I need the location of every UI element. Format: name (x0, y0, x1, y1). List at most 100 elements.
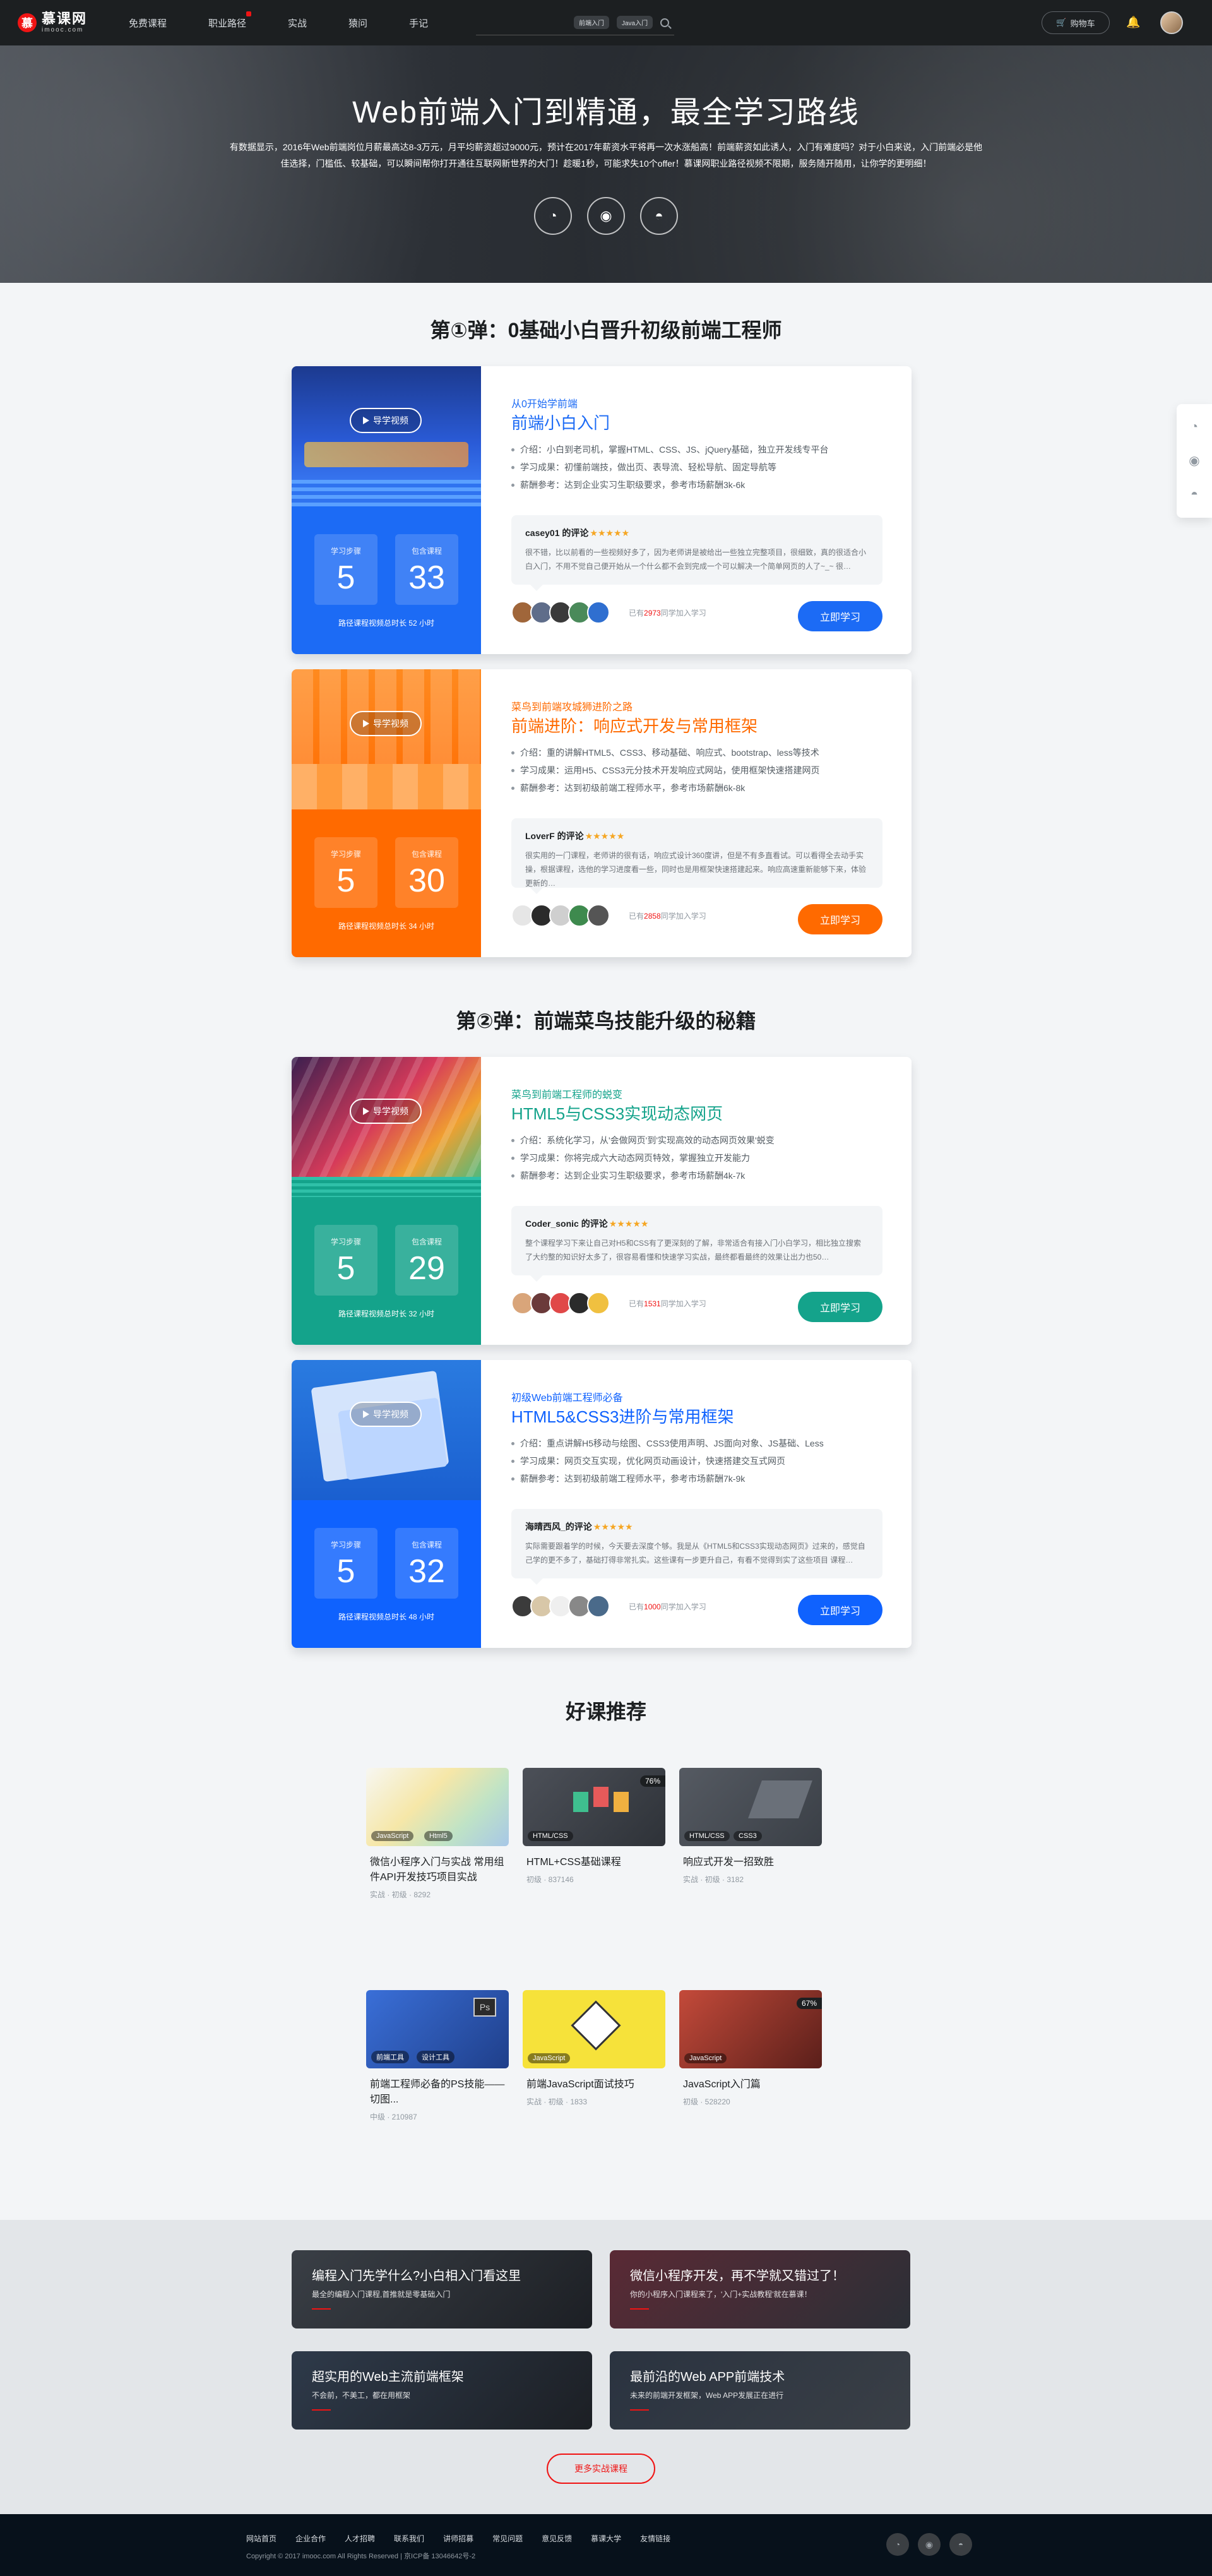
footer-link[interactable]: 慕课大学 (591, 2533, 621, 2544)
course-title[interactable]: 前端小白入门 (511, 410, 610, 434)
footer-links: 网站首页 企业合作 人才招聘 联系我们 讲师招募 常见问题 意见反馈 慕课大学 … (246, 2533, 689, 2544)
search-input[interactable]: 前端入门 Java入门 (476, 10, 675, 35)
guide-video-button[interactable]: 导学视频 (350, 1099, 422, 1124)
user-comment: 海晴西风_的评论 ★★★★★ 实际需要跟着学的时候，今天要去深度个够。我是从《HT… (511, 1509, 882, 1585)
course-meta: 实战 · 初级 · 8292 (370, 1890, 431, 1899)
joined-number: 1531 (644, 1299, 661, 1308)
card-details: 菜鸟到前端工程师的蜕变 HTML5与CSS3实现动态网页 介绍：系统化学习，从'… (511, 1057, 882, 1345)
course-title[interactable]: 前端进阶：响应式开发与常用框架 (511, 713, 758, 737)
cart-button[interactable]: 🛒 购物车 (1042, 11, 1110, 34)
section-title: 第②弹：前端菜鸟技能升级的秘籍 (456, 1010, 756, 1032)
qq-icon[interactable]: ◓ (640, 197, 678, 235)
wechat-icon[interactable]: ◔ (534, 197, 572, 235)
nav-free-courses[interactable]: 免费课程 (129, 16, 167, 30)
footer-link[interactable]: 联系我们 (394, 2533, 424, 2544)
avatar[interactable] (587, 904, 610, 927)
footer-link[interactable]: 网站首页 (246, 2533, 276, 2544)
guide-video-button[interactable]: 导学视频 (350, 711, 422, 736)
recommend-course[interactable]: 76% HTML/CSS HTML+CSS基础课程 初级 · 837146 (523, 1768, 665, 1957)
practice-card[interactable]: 微信小程序开发，再不学就又错过了！ 你的小程序入门课程来了，'入门+实战教程'就… (610, 2250, 910, 2329)
card-cover[interactable]: 导学视频 学习步骤 5 包含课程 30 路径课程视频总时长 34 小时 (292, 669, 481, 957)
site-logo[interactable]: 慕 慕课网 imooc.com (18, 12, 112, 33)
wechat-icon[interactable]: ◔ (1191, 420, 1198, 434)
guide-label: 导学视频 (373, 1106, 408, 1116)
card-cover[interactable]: 导学视频 学习步骤 5 包含课程 32 路径课程视频总时长 48 小时 (292, 1360, 481, 1648)
recommend-course[interactable]: HTML/CSS CSS3 响应式开发一招致胜 实战 · 初级 · 3182 (679, 1768, 822, 1957)
cover-decoration (292, 764, 481, 809)
nav-qa[interactable]: 猿问 (348, 16, 367, 30)
copyright: Copyright © 2017 imooc.com All Rights Re… (246, 2553, 476, 2560)
user-avatar[interactable] (1160, 11, 1183, 34)
recommend-course[interactable]: 67% JavaScript JavaScript入门篇 初级 · 528220 (679, 1990, 822, 2179)
accent-bar (630, 2308, 649, 2310)
practice-card[interactable]: 超实用的Web主流前端框架 不会前，不美工，都在用框架 (292, 2351, 592, 2430)
practice-desc: 未来的前端开发框架，Web APP发展正在进行 (630, 2391, 784, 2400)
course-point: 学习成果：运用H5、CSS3元分技术开发响应式网站，使用框架快速搭建网页 (511, 761, 877, 779)
hero-description: 有数据显示，2016年Web前端岗位月薪最高达8-3万元，月平均薪资超过9000… (229, 142, 983, 169)
course-card: 导学视频 学习步骤 5 包含课程 32 路径课程视频总时长 48 小时 初级Web前… (292, 1360, 912, 1648)
cover-decoration (292, 1177, 481, 1197)
guide-video-button[interactable]: 导学视频 (350, 408, 422, 433)
nav-practice[interactable]: 实战 (288, 16, 307, 30)
guide-video-button[interactable]: 导学视频 (350, 1402, 422, 1427)
card-details: 从0开始学前端 前端小白入门 介绍：小白到老司机，掌握HTML、CSS、JS、j… (511, 366, 882, 654)
joined-count: 已有1531同学加入学习 (629, 1299, 706, 1308)
footer-link[interactable]: 人才招聘 (345, 2533, 375, 2544)
footer: 网站首页 企业合作 人才招聘 联系我们 讲师招募 常见问题 意见反馈 慕课大学 … (0, 2514, 1212, 2576)
qq-icon[interactable]: ◓ (949, 2533, 972, 2556)
footer-link[interactable]: 讲师招募 (443, 2533, 473, 2544)
top-navbar: 慕 慕课网 imooc.com 免费课程 职业路径 实战 猿问 手记 前端入门 … (0, 0, 1212, 45)
stat-label: 学习步骤 (330, 547, 361, 556)
card-details: 初级Web前端工程师必备 HTML5&CSS3进阶与常用框架 介绍：重点讲解H5… (511, 1360, 882, 1648)
avatar[interactable] (587, 601, 610, 624)
bell-icon[interactable]: 🔔 (1126, 16, 1140, 29)
search-tag[interactable]: 前端入门 (573, 16, 609, 29)
footer-link[interactable]: 企业合作 (295, 2533, 326, 2544)
course-title[interactable]: HTML5与CSS3实现动态网页 (511, 1101, 723, 1124)
footer-link[interactable]: 意见反馈 (542, 2533, 572, 2544)
recommend-course[interactable]: JavaScript 前端JavaScript面试技巧 实战 · 初级 · 18… (523, 1990, 665, 2179)
start-learning-button[interactable]: 立即学习 (798, 1595, 882, 1625)
card-cover[interactable]: 导学视频 学习步骤 5 包含课程 33 路径课程视频总时长 52 小时 (292, 366, 481, 654)
qq-icon[interactable]: ◓ (1191, 487, 1198, 502)
weibo-icon[interactable]: ◉ (918, 2533, 941, 2556)
weibo-icon[interactable]: ◉ (587, 197, 625, 235)
more-practice-button[interactable]: 更多实战课程 (547, 2454, 655, 2484)
joined-number: 2973 (644, 609, 661, 617)
course-card: 导学视频 学习步骤 5 包含课程 33 路径课程视频总时长 52 小时 从0开始学前… (292, 366, 912, 654)
rating-stars: ★★★★★ (593, 1522, 633, 1532)
stat-value: 5 (336, 559, 355, 596)
footer-link[interactable]: 常见问题 (492, 2533, 523, 2544)
wechat-icon[interactable]: ◔ (886, 2533, 909, 2556)
course-subtitle: 初级Web前端工程师必备 (511, 1393, 623, 1404)
card-cover[interactable]: 导学视频 学习步骤 5 包含课程 29 路径课程视频总时长 32 小时 (292, 1057, 481, 1345)
recommend-course[interactable]: Ps 前端工具 设计工具 前端工程师必备的PS技能——切图... 中级 · 21… (366, 1990, 509, 2179)
stat-value: 29 (408, 1250, 445, 1287)
new-badge (246, 11, 252, 16)
weibo-icon[interactable]: ◉ (1189, 453, 1199, 468)
stat-value: 5 (336, 1250, 355, 1287)
course-name: 微信小程序入门与实战 常用组件API开发技巧项目实战 (370, 1857, 504, 1883)
footer-link[interactable]: 友情链接 (640, 2533, 670, 2544)
avatar[interactable] (587, 1595, 610, 1618)
course-thumbnail: 76% HTML/CSS (523, 1768, 665, 1846)
nav-career-path[interactable]: 职业路径 (208, 11, 252, 30)
recommend-course[interactable]: JavaScript Html5 微信小程序入门与实战 常用组件API开发技巧项… (366, 1768, 509, 1957)
student-avatars (511, 904, 610, 927)
course-title[interactable]: HTML5&CSS3进阶与常用框架 (511, 1404, 734, 1428)
avatar[interactable] (587, 1292, 610, 1315)
nav-notes[interactable]: 手记 (409, 16, 428, 30)
start-learning-button[interactable]: 立即学习 (798, 601, 882, 631)
search-tag[interactable]: Java入门 (616, 16, 653, 29)
courses-stat: 包含课程 30 (395, 837, 458, 908)
practice-desc: 你的小程序入门课程来了，'入门+实战教程'就在慕课！ (630, 2290, 812, 2299)
cover-decoration (614, 1792, 629, 1812)
cover-decoration (573, 1792, 588, 1812)
course-thumbnail: 67% JavaScript (679, 1990, 822, 2068)
start-learning-button[interactable]: 立即学习 (798, 1292, 882, 1322)
start-learning-button[interactable]: 立即学习 (798, 904, 882, 934)
practice-card[interactable]: 最前沿的Web APP前端技术 未来的前端开发框架，Web APP发展正在进行 (610, 2351, 910, 2430)
steps-stat: 学习步骤 5 (314, 1225, 377, 1296)
search-icon[interactable] (660, 18, 670, 27)
practice-card[interactable]: 编程入门先学什么?小白相入门看这里 最全的编程入门课程,首推就是零基础入门 (292, 2250, 592, 2329)
